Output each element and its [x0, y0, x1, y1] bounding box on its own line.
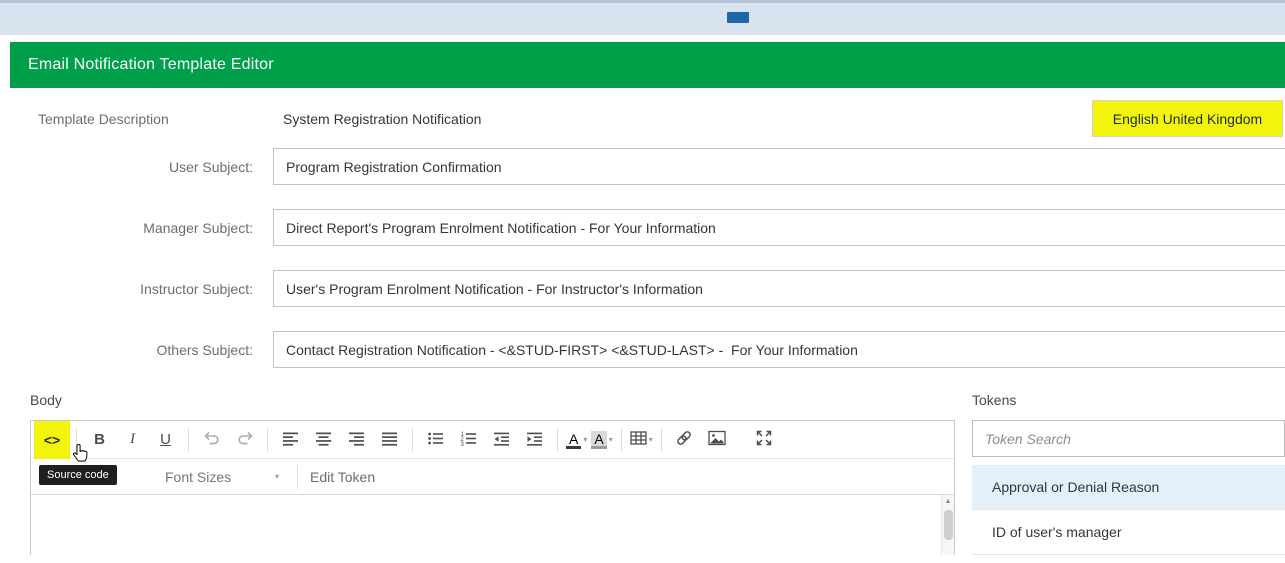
underline-button[interactable]: U — [149, 423, 182, 457]
tokens-label: Tokens — [972, 392, 1017, 408]
form-row-manager-subject: Manager Subject: — [10, 209, 1285, 246]
chevron-down-icon: ▾ — [274, 472, 279, 481]
insert-image-button[interactable] — [701, 423, 734, 457]
editor-toolbar-row1: <> B I U 1 2 3 A ▾ A ▾ ▾ — [31, 420, 954, 459]
align-left-button[interactable] — [274, 423, 307, 457]
align-center-icon — [315, 430, 332, 450]
instructor-subject-label: Instructor Subject: — [140, 280, 253, 297]
source-code-button[interactable]: <> — [34, 420, 70, 459]
mouse-cursor — [71, 443, 90, 469]
source-code-icon: <> — [43, 431, 61, 448]
link-icon — [675, 429, 693, 450]
template-editor-window: Email Notification Template Editor Templ… — [10, 42, 1285, 555]
template-description-row: Template Description System Registration… — [10, 100, 1285, 137]
fullscreen-icon — [755, 429, 773, 450]
browser-chrome-bar — [0, 0, 1285, 35]
others-subject-label: Others Subject: — [156, 341, 254, 358]
align-right-button[interactable] — [340, 423, 373, 457]
toolbar-separator — [620, 427, 622, 452]
lower-section: Body <> B I U 1 2 3 A ▾ A ▾ ▾ Font Sizes… — [10, 392, 1285, 555]
form-row-instructor-subject: Instructor Subject: — [10, 270, 1285, 307]
top-blue-indicator — [727, 12, 749, 23]
toolbar-separator — [267, 427, 268, 452]
form-row-others-subject: Others Subject: — [10, 331, 1285, 368]
chevron-down-icon: ▾ — [608, 435, 613, 444]
scrollbar-thumb[interactable] — [943, 510, 953, 540]
font-sizes-label: Font Sizes — [165, 468, 232, 485]
subject-form: User Subject: Manager Subject: Instructo… — [10, 148, 1285, 368]
language-selector-button[interactable]: English United Kingdom — [1092, 100, 1283, 137]
align-center-button[interactable] — [307, 423, 340, 457]
others-subject-input[interactable] — [273, 331, 1285, 368]
image-icon — [708, 430, 726, 449]
undo-button[interactable] — [195, 423, 228, 457]
form-row-user-subject: User Subject: — [10, 148, 1285, 185]
rich-text-editor: <> B I U 1 2 3 A ▾ A ▾ ▾ Font Sizes ▾ Ed… — [30, 420, 955, 555]
increase-indent-button[interactable] — [518, 423, 551, 457]
toolbar-separator — [660, 427, 662, 452]
text-color-button[interactable]: A ▾ — [564, 431, 589, 449]
align-justify-icon — [381, 430, 398, 450]
redo-icon — [236, 430, 254, 449]
instructor-subject-input[interactable] — [273, 270, 1285, 307]
manager-subject-input[interactable] — [273, 209, 1285, 246]
editor-scrollbar[interactable]: ▲ — [941, 495, 954, 555]
bullet-list-button[interactable] — [419, 423, 452, 457]
token-search-input[interactable] — [972, 420, 1285, 457]
bullet-list-icon — [427, 430, 444, 450]
fullscreen-button[interactable] — [748, 423, 781, 457]
font-sizes-dropdown[interactable]: Font Sizes ▾ — [159, 468, 285, 486]
align-left-icon — [282, 430, 299, 450]
numbered-list-button[interactable]: 123 — [452, 423, 485, 457]
bold-icon: B — [94, 431, 105, 448]
manager-subject-label: Manager Subject: — [143, 219, 253, 236]
template-description-value: System Registration Notification — [283, 110, 482, 127]
insert-link-button[interactable] — [668, 423, 701, 457]
undo-icon — [203, 430, 221, 449]
token-list-item[interactable]: ID of user's manager — [972, 510, 1285, 555]
tokens-panel: Tokens Approval or Denial Reason ID of u… — [972, 392, 1285, 555]
increase-indent-icon — [526, 430, 543, 450]
numbered-list-icon: 123 — [460, 430, 477, 450]
body-label: Body — [30, 392, 62, 408]
svg-text:3: 3 — [461, 442, 465, 447]
edit-token-button[interactable]: Edit Token — [310, 469, 375, 485]
toolbar-separator — [188, 427, 189, 452]
toolbar-separator — [412, 427, 413, 452]
chevron-down-icon: ▾ — [648, 435, 653, 444]
editor-toolbar-row2: Font Sizes ▾ Edit Token — [31, 459, 954, 495]
table-button[interactable]: ▾ — [628, 430, 655, 449]
align-right-icon — [348, 430, 365, 450]
token-list: Approval or Denial Reason ID of user's m… — [972, 465, 1285, 555]
editor-body-area[interactable]: ▲ — [31, 495, 954, 555]
italic-button[interactable]: I — [116, 423, 149, 457]
background-color-button[interactable]: A ▾ — [589, 430, 614, 449]
toolbar-separator — [297, 464, 298, 489]
template-description-label: Template Description — [38, 110, 169, 127]
token-list-item[interactable]: Approval or Denial Reason — [972, 465, 1285, 510]
align-justify-button[interactable] — [373, 423, 406, 457]
page-header: Email Notification Template Editor — [10, 42, 1285, 88]
italic-icon: I — [130, 431, 135, 447]
background-color-icon: A — [591, 430, 607, 449]
toolbar-separator — [557, 427, 558, 452]
redo-button[interactable] — [228, 423, 261, 457]
user-subject-input[interactable] — [273, 148, 1285, 185]
body-editor-column: Body <> B I U 1 2 3 A ▾ A ▾ ▾ Font Sizes… — [30, 392, 955, 555]
user-subject-label: User Subject: — [168, 158, 253, 175]
underline-icon: U — [160, 431, 171, 448]
text-color-icon: A — [566, 431, 582, 449]
table-icon — [630, 430, 647, 449]
scroll-up-arrow-icon[interactable]: ▲ — [942, 495, 954, 508]
decrease-indent-button[interactable] — [485, 423, 518, 457]
page-title: Email Notification Template Editor — [28, 56, 274, 73]
decrease-indent-icon — [493, 430, 510, 450]
chevron-down-icon: ▾ — [583, 435, 588, 444]
